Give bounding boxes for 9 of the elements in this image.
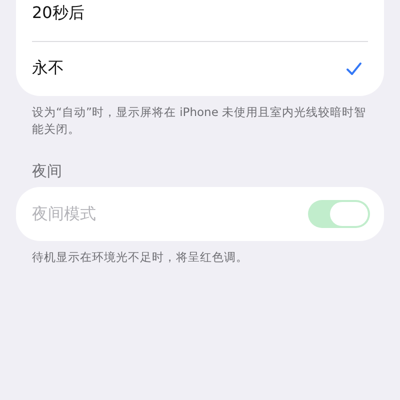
toggle-label: 夜间模式 [32,204,96,224]
option-label: 20秒后 [32,3,84,24]
section-header: 夜间 [31,161,63,182]
option-label: 永不 [32,58,64,79]
option-row[interactable]: 20秒后 [16,0,384,41]
checkmark-icon [346,62,362,76]
footer-note: 待机显示在环境光不足时，将呈红色调。 [31,249,249,266]
footer-note: 设为“自动”时，显示屏将在 iPhone 未使用且室内光线较暗时智能关闭。 [31,104,368,138]
option-row[interactable]: 永不 [16,41,384,96]
